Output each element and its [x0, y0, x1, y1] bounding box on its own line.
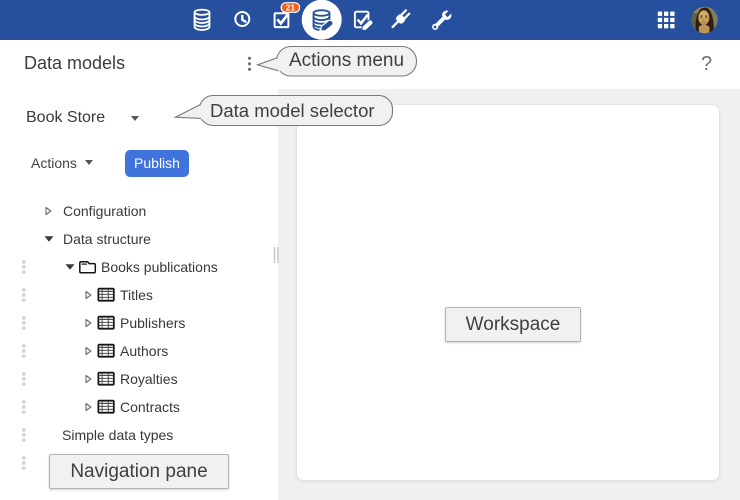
svg-text:21: 21: [286, 3, 296, 13]
